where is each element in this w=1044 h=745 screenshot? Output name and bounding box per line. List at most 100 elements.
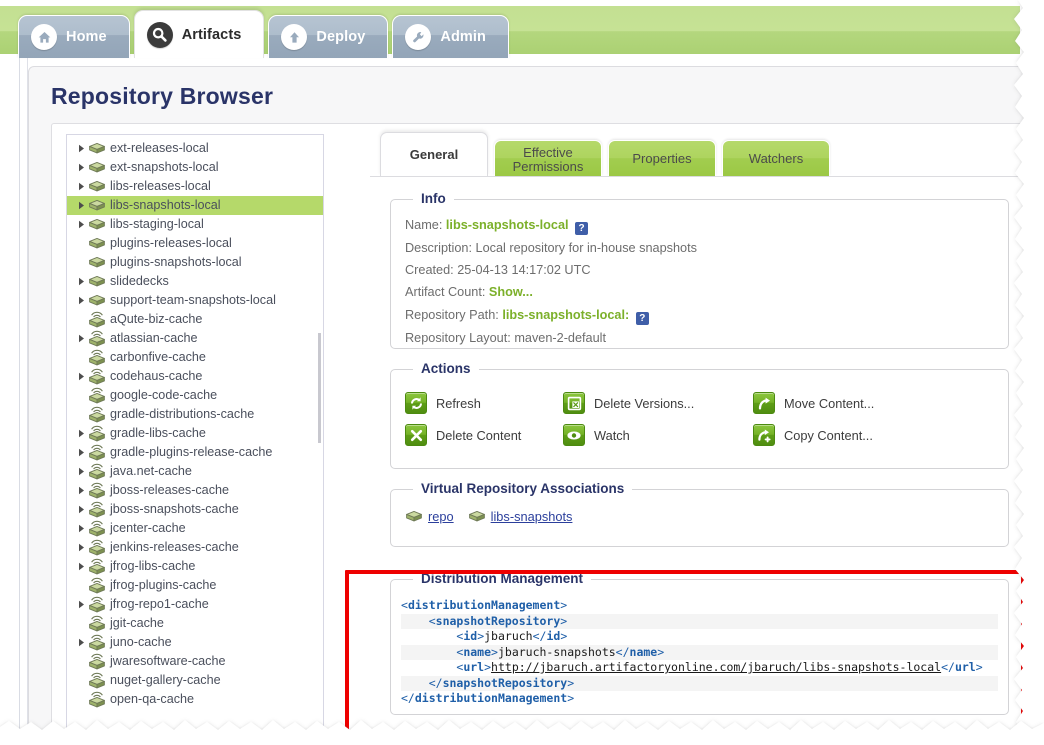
- code-line: <id>jbaruch</id>: [456, 629, 568, 643]
- tree-item-libs-staging-local[interactable]: libs-staging-local: [67, 215, 323, 234]
- tree-item-ext-releases-local[interactable]: ext-releases-local: [67, 139, 323, 158]
- action-delete-versions-button[interactable]: Delete Versions...: [563, 392, 753, 414]
- help-icon-name[interactable]: ?: [575, 222, 589, 235]
- tree-item-codehaus-cache[interactable]: codehaus-cache: [67, 367, 323, 386]
- action-move-content-button[interactable]: Move Content...: [753, 392, 1000, 414]
- remote-repository-icon: [88, 539, 106, 556]
- tree-item-juno-cache[interactable]: juno-cache: [67, 633, 323, 652]
- expand-arrow-icon[interactable]: [75, 144, 88, 153]
- action-refresh-button[interactable]: Refresh: [405, 392, 563, 414]
- info-repository-path-label: Repository Path:: [405, 308, 499, 322]
- expand-arrow-icon[interactable]: [75, 372, 88, 381]
- expand-arrow-icon[interactable]: [75, 296, 88, 305]
- expand-arrow-icon[interactable]: [75, 429, 88, 438]
- tree-item-plugins-snapshots-local[interactable]: plugins-snapshots-local: [67, 253, 323, 272]
- tree-item-jfrog-libs-cache[interactable]: jfrog-libs-cache: [67, 557, 323, 576]
- expand-arrow-icon[interactable]: [75, 334, 88, 343]
- tree-item-jboss-releases-cache[interactable]: jboss-releases-cache: [67, 481, 323, 500]
- content-card: Repository Browser ext-releases-local ext…: [28, 66, 1028, 745]
- tree-item-nuget-gallery-cache[interactable]: nuget-gallery-cache: [67, 671, 323, 690]
- nav-tab-deploy[interactable]: Deploy: [268, 15, 389, 58]
- remote-repository-icon: [88, 615, 106, 632]
- tree-item-plugins-releases-local[interactable]: plugins-releases-local: [67, 234, 323, 253]
- action-label: Delete Content: [436, 427, 522, 443]
- remote-repository-icon: [88, 520, 106, 537]
- artifact-count-show-link[interactable]: Show...: [489, 285, 533, 299]
- action-watch-button[interactable]: Watch: [563, 424, 753, 446]
- distribution-management-code[interactable]: <distributionManagement> <snapshotReposi…: [401, 598, 998, 706]
- remote-repository-icon: [88, 368, 106, 385]
- virtual-repository-link[interactable]: libs-snapshots: [491, 509, 573, 524]
- tree-item-label: jfrog-plugins-cache: [110, 578, 217, 592]
- expand-arrow-icon[interactable]: [75, 600, 88, 609]
- remote-repository-icon: [88, 558, 106, 575]
- expand-arrow-icon[interactable]: [75, 562, 88, 571]
- help-icon-repository-path[interactable]: ?: [635, 312, 649, 325]
- local-repository-icon: [88, 254, 106, 271]
- tree-item-jwaresoftware-cache[interactable]: jwaresoftware-cache: [67, 652, 323, 671]
- tree-item-gradle-plugins-release-cache[interactable]: gradle-plugins-release-cache: [67, 443, 323, 462]
- tree-item-slidedecks[interactable]: slidedecks: [67, 272, 323, 291]
- tab-properties[interactable]: Properties: [608, 140, 716, 176]
- local-repository-icon: [88, 235, 106, 252]
- expand-arrow-icon[interactable]: [75, 448, 88, 457]
- tree-item-jfrog-repo1-cache[interactable]: jfrog-repo1-cache: [67, 595, 323, 614]
- tree-item-support-team-snapshots-local[interactable]: support-team-snapshots-local: [67, 291, 323, 310]
- repository-tree[interactable]: ext-releases-local ext-snapshots-local lib…: [66, 134, 324, 744]
- expand-arrow-icon[interactable]: [75, 638, 88, 647]
- info-section-legend: Info: [413, 191, 454, 206]
- nav-tab-artifacts[interactable]: Artifacts: [133, 10, 265, 58]
- expand-arrow-icon[interactable]: [75, 163, 88, 172]
- remote-repository-icon: [88, 330, 106, 347]
- refresh-icon: [405, 392, 427, 414]
- remote-repository-icon: [88, 634, 106, 651]
- tree-item-open-qa-cache[interactable]: open-qa-cache: [67, 690, 323, 709]
- tree-item-jenkins-releases-cache[interactable]: jenkins-releases-cache: [67, 538, 323, 557]
- tree-item-jboss-snapshots-cache[interactable]: jboss-snapshots-cache: [67, 500, 323, 519]
- tree-item-atlassian-cache[interactable]: atlassian-cache: [67, 329, 323, 348]
- virtual-repository-link[interactable]: repo: [428, 509, 454, 524]
- local-repository-icon: [88, 273, 106, 290]
- tree-item-ext-snapshots-local[interactable]: ext-snapshots-local: [67, 158, 323, 177]
- tree-scrollbar[interactable]: [318, 333, 321, 443]
- nav-tab-home[interactable]: Home: [18, 15, 130, 58]
- expand-arrow-icon[interactable]: [75, 182, 88, 191]
- expand-arrow-icon[interactable]: [75, 524, 88, 533]
- tree-item-jcenter-cache[interactable]: jcenter-cache: [67, 519, 323, 538]
- expand-arrow-icon[interactable]: [75, 201, 88, 210]
- expand-arrow-icon[interactable]: [75, 486, 88, 495]
- tree-item-gradle-libs-cache[interactable]: gradle-libs-cache: [67, 424, 323, 443]
- action-copy-content-button[interactable]: Copy Content...: [753, 424, 1000, 446]
- nav-tab-home-label: Home: [66, 29, 107, 45]
- tree-item-java.net-cache[interactable]: java.net-cache: [67, 462, 323, 481]
- tree-item-label: support-team-snapshots-local: [110, 293, 276, 307]
- remote-repository-icon: [88, 311, 106, 328]
- tree-item-gradle-distributions-cache[interactable]: gradle-distributions-cache: [67, 405, 323, 424]
- actions-grid: Refresh Delete Versions... Move Content...…: [405, 392, 1000, 446]
- expand-arrow-icon[interactable]: [75, 220, 88, 229]
- nav-tab-admin[interactable]: Admin: [392, 15, 509, 58]
- expand-arrow-icon[interactable]: [75, 505, 88, 514]
- window-top-margin: [0, 0, 1044, 6]
- tree-item-libs-releases-local[interactable]: libs-releases-local: [67, 177, 323, 196]
- virtual-repository-associations-section: Virtual Repository Associations repo libs…: [390, 481, 1009, 547]
- tree-item-google-code-cache[interactable]: google-code-cache: [67, 386, 323, 405]
- tab-general[interactable]: General: [380, 132, 488, 176]
- expand-arrow-icon[interactable]: [75, 277, 88, 286]
- remote-repository-icon: [88, 501, 106, 518]
- action-delete-content-button[interactable]: Delete Content: [405, 424, 563, 446]
- tree-item-jfrog-plugins-cache[interactable]: jfrog-plugins-cache: [67, 576, 323, 595]
- virtual-repository-repo[interactable]: repo: [405, 508, 468, 525]
- tab-watchers[interactable]: Watchers: [722, 140, 830, 176]
- tab-effective-permissions[interactable]: Effective Permissions: [494, 140, 602, 176]
- expand-arrow-icon[interactable]: [75, 467, 88, 476]
- tree-item-carbonfive-cache[interactable]: carbonfive-cache: [67, 348, 323, 367]
- tree-item-aQute-biz-cache[interactable]: aQute-biz-cache: [67, 310, 323, 329]
- virtual-repository-libs-snapshots[interactable]: libs-snapshots: [468, 508, 587, 525]
- window-edge-strip-inner: [20, 58, 28, 745]
- tree-item-libs-snapshots-local[interactable]: libs-snapshots-local: [67, 196, 323, 215]
- wrench-icon: [405, 24, 432, 50]
- tree-item-jgit-cache[interactable]: jgit-cache: [67, 614, 323, 633]
- expand-arrow-icon[interactable]: [75, 543, 88, 552]
- tree-item-label: nuget-gallery-cache: [110, 673, 221, 687]
